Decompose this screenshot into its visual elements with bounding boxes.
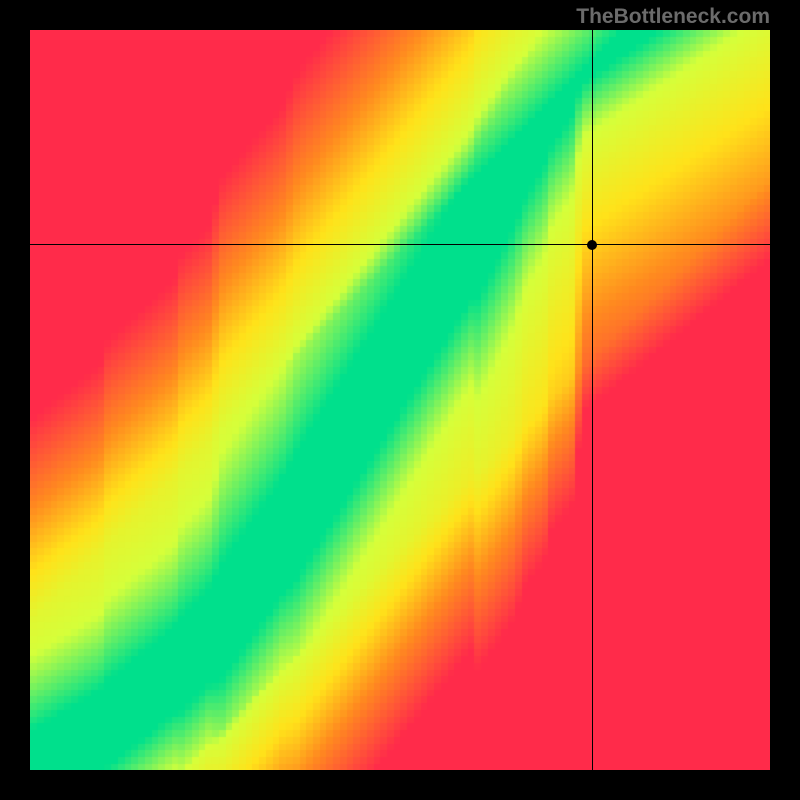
chart-frame: TheBottleneck.com [0,0,800,800]
watermark-text: TheBottleneck.com [576,5,770,29]
heatmap-plot-area[interactable] [30,30,770,770]
heatmap-canvas [30,30,770,770]
